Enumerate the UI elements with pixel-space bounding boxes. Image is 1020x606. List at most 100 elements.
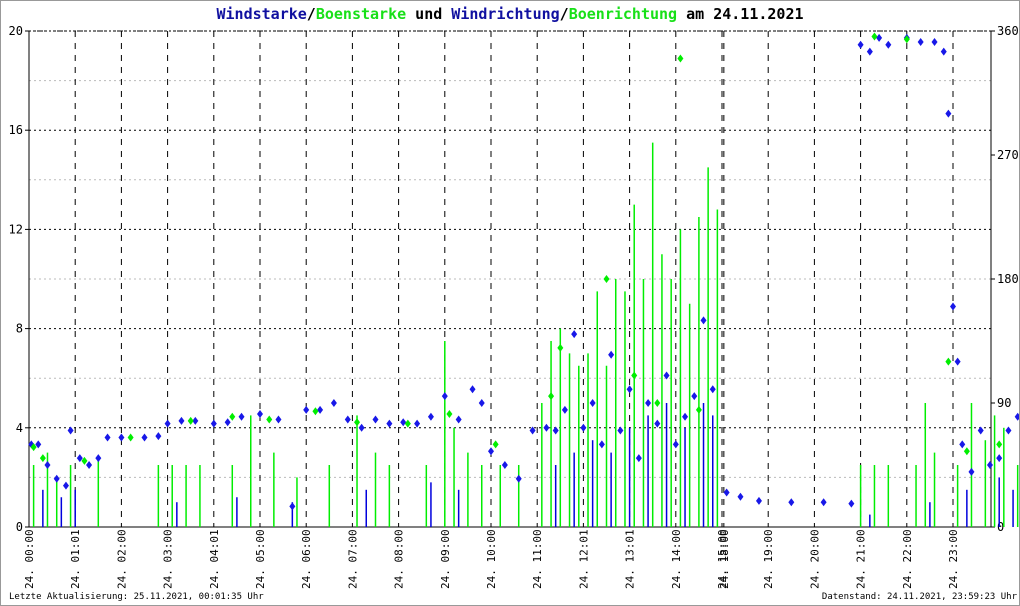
boenrichtung-point [548, 392, 555, 401]
windrichtung-point [372, 415, 379, 424]
windrichtung-point [737, 492, 744, 501]
windrichtung-point [543, 423, 550, 432]
x-tick-label: 24. 21:00 [855, 529, 868, 589]
windrichtung-point [1014, 412, 1019, 421]
windrichtung-point [996, 454, 1003, 463]
last-update: Letzte Aktualisierung: 25.11.2021, 00:01… [9, 592, 264, 602]
boenrichtung-point [354, 418, 361, 427]
windrichtung-point [691, 392, 698, 401]
boenrichtung-point [492, 440, 499, 449]
boenrichtung-point [446, 410, 453, 419]
x-tick-label: 24. 14:00 [670, 529, 683, 589]
data-status: Datenstand: 24.11.2021, 23:59:23 Uhr [821, 592, 1017, 602]
x-tick-label: 24. 00:00 [23, 529, 36, 589]
windrichtung-point [164, 419, 171, 428]
windrichtung-point [857, 40, 864, 49]
right-tick-label: 270 [997, 148, 1019, 162]
windrichtung-point [238, 412, 245, 421]
windrichtung-point [945, 109, 952, 118]
boenrichtung-point [871, 32, 878, 41]
windrichtung-point [571, 330, 578, 339]
x-tick-label: 24. 11:00 [531, 529, 544, 589]
windrichtung-point [86, 461, 93, 469]
boenrichtung-point [695, 405, 702, 414]
windrichtung-point [455, 415, 462, 424]
windrichtung-point [118, 433, 125, 442]
windrichtung-point [820, 498, 827, 507]
windrichtung-point [682, 412, 689, 421]
x-tick-label: 24. 07:00 [346, 529, 359, 589]
windrichtung-point [515, 474, 522, 483]
windrichtung-point [561, 405, 568, 414]
windrichtung-point [501, 461, 508, 469]
windrichtung-point [977, 426, 984, 435]
chart-container: Windstarke/Boenstarke und Windrichtung/B… [0, 0, 1020, 606]
windrichtung-point [672, 440, 679, 449]
right-tick-label: 90 [997, 396, 1011, 410]
windrichtung-point [598, 440, 605, 449]
windrichtung-point [441, 392, 448, 401]
boenrichtung-point [404, 419, 411, 428]
windrichtung-point [178, 416, 185, 425]
windrichtung-point [617, 426, 624, 435]
windrichtung-point [589, 399, 596, 407]
windrichtung-point [488, 447, 494, 456]
windrichtung-point [876, 33, 883, 42]
right-tick-label: 360 [997, 24, 1019, 38]
windrichtung-point [931, 38, 938, 47]
x-tick-label: 24. 05:00 [254, 529, 267, 589]
windrichtung-point [104, 433, 111, 442]
left-tick-label: 16 [9, 123, 23, 137]
windrichtung-point [940, 47, 947, 56]
x-tick-label: 24. 10:00 [485, 529, 498, 589]
x-tick-label: 24. 22:00 [901, 529, 914, 589]
windrichtung-point [330, 399, 337, 407]
windrichtung-point [700, 316, 707, 325]
windrichtung-point [608, 350, 615, 359]
left-tick-label: 8 [16, 322, 23, 336]
left-tick-label: 4 [16, 421, 23, 435]
windrichtung-point [427, 412, 434, 421]
windrichtung-point [317, 405, 324, 414]
windrichtung-point [654, 419, 661, 428]
windrichtung-point [53, 474, 60, 483]
x-tick-label: 24. 20:00 [808, 529, 821, 589]
windrichtung-point [645, 399, 652, 407]
left-tick-label: 20 [9, 24, 23, 38]
boenrichtung-point [266, 415, 273, 424]
windrichtung-point [257, 410, 263, 419]
windrichtung-point [950, 302, 956, 311]
boenrichtung-point [187, 416, 194, 425]
boenrichtung-point [654, 399, 661, 407]
windrichtung-point [62, 481, 69, 490]
x-tick-label: 24. 23:00 [947, 529, 960, 589]
windrichtung-point [968, 467, 975, 476]
windrichtung-point [44, 461, 51, 469]
x-tick-label: 24. 08:00 [393, 529, 406, 589]
windrichtung-point [986, 461, 993, 469]
boenrichtung-point [631, 371, 638, 380]
x-tick-label: 24. 06:00 [300, 529, 313, 589]
windrichtung-point [275, 415, 282, 424]
windrichtung-point [478, 399, 485, 407]
windrichtung-point [788, 498, 795, 507]
boenrichtung-point [996, 440, 1003, 449]
windrichtung-point [358, 423, 365, 432]
windrichtung-point [141, 433, 148, 442]
boenrichtung-point [557, 343, 564, 352]
boenrichtung-point [127, 433, 134, 442]
boenrichtung-point [603, 275, 610, 283]
windrichtung-point [1005, 426, 1012, 435]
windrichtung-point [635, 454, 642, 463]
left-tick-label: 0 [16, 520, 23, 534]
x-tick-label: 24. 12:01 [577, 529, 590, 589]
windrichtung-point [755, 496, 762, 505]
windrichtung-point [552, 426, 559, 435]
windrichtung-point [469, 385, 476, 394]
boenrichtung-point [312, 407, 319, 416]
windrichtung-point [885, 40, 892, 49]
windrichtung-point [344, 415, 351, 424]
windrichtung-point [959, 440, 966, 449]
x-tick-label: 24. 19:00 [762, 529, 775, 589]
windrichtung-point [626, 385, 633, 394]
